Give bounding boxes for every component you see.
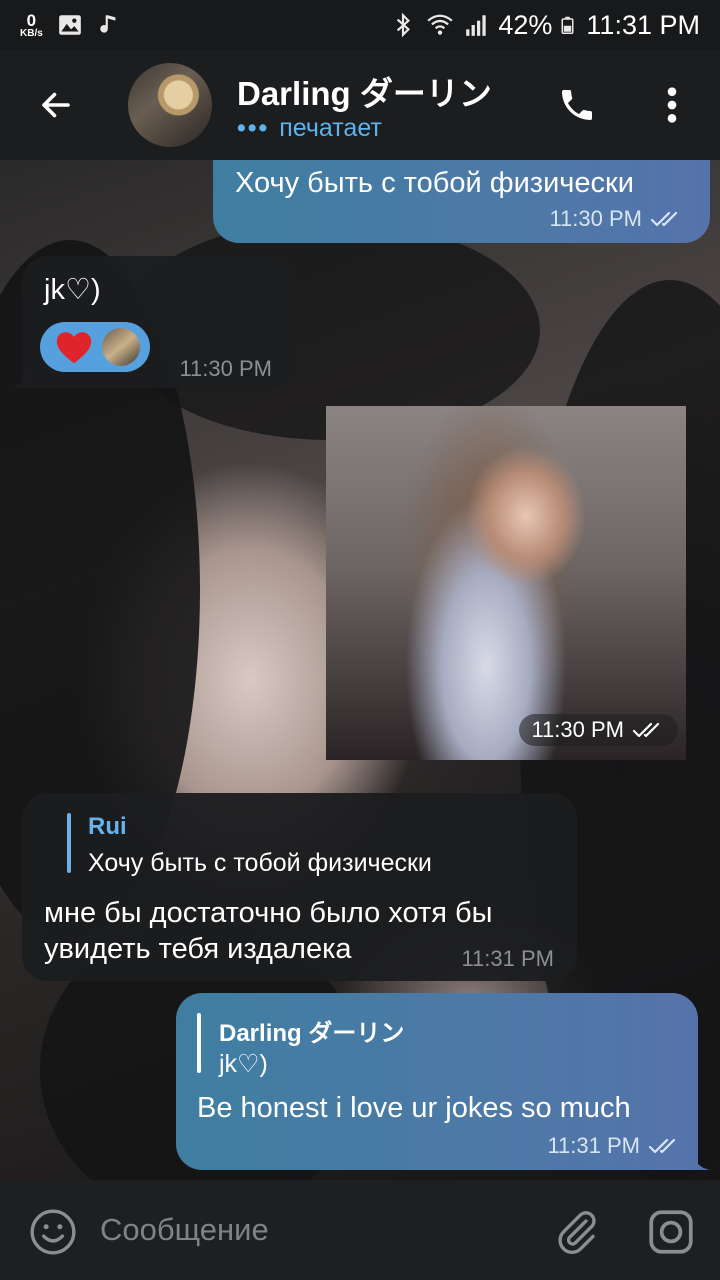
message-input[interactable] — [100, 1206, 530, 1254]
message-text: Be honest i love ur jokes so much — [197, 1092, 631, 1124]
reply-author[interactable]: Darling ダーリン — [219, 1013, 404, 1048]
call-button[interactable] — [552, 80, 602, 130]
network-speed-value: 0 — [26, 10, 37, 30]
message-time: 11:30 PM — [549, 206, 642, 231]
message-time: 11:30 PM — [531, 717, 624, 742]
bluetooth-icon — [397, 12, 411, 38]
camera-button[interactable] — [646, 1207, 696, 1257]
reply-quote[interactable]: Хочу быть с тобой физически — [88, 849, 432, 878]
double-check-icon — [650, 211, 678, 227]
phone-icon — [562, 90, 592, 120]
message-meta: 11:31 PM — [461, 946, 554, 972]
bubble-tail — [690, 1148, 710, 1170]
camera-icon — [649, 1210, 693, 1254]
message-bubble-incoming[interactable]: jk♡) 11:30 PM — [10, 256, 296, 388]
network-speed-unit: KB/s — [20, 27, 43, 39]
message-time: 11:30 PM — [179, 356, 272, 381]
reply-bar — [67, 813, 71, 873]
message-text: jk♡) — [44, 274, 101, 306]
message-bubble-incoming[interactable]: Rui Хочу быть с тобой физически мне бы д… — [22, 793, 577, 981]
back-arrow-icon — [42, 92, 70, 118]
battery-icon — [561, 16, 574, 34]
more-vert-icon — [667, 87, 677, 123]
photo-image[interactable] — [326, 406, 686, 760]
attach-icon — [558, 1211, 596, 1254]
emoji-button[interactable] — [28, 1207, 78, 1257]
message-meta: 11:31 PM — [547, 1133, 682, 1159]
wifi-icon — [427, 14, 453, 35]
photo-message[interactable]: 11:30 PM — [326, 406, 686, 760]
typing-dots: ••• — [237, 114, 270, 142]
music-note-icon — [100, 15, 116, 33]
chat-header: Darling ダーリン ••• печатает — [0, 50, 720, 160]
message-meta: 11:30 PM — [179, 356, 272, 382]
message-bubble-outgoing[interactable]: Darling ダーリン jk♡) Be honest i love ur jo… — [176, 993, 710, 1170]
status-bar: 0 KB/s 42% 11:31 PM — [0, 0, 720, 50]
message-meta: 11:30 PM — [549, 206, 684, 232]
reply-bar — [197, 1013, 201, 1073]
reply-author[interactable]: Rui — [88, 813, 127, 841]
bubble-tail — [10, 366, 30, 388]
signal-icon — [466, 15, 487, 36]
double-check-icon — [648, 1138, 676, 1154]
double-check-icon — [632, 722, 660, 738]
message-composer — [0, 1180, 720, 1280]
message-text-line: увидеть тебя издалека — [44, 933, 352, 965]
more-options-button[interactable] — [654, 80, 690, 130]
typing-status-text: печатает — [279, 114, 382, 142]
heart-reaction-icon — [56, 332, 92, 364]
reaction-avatar — [102, 328, 140, 366]
reaction-pill[interactable] — [40, 322, 150, 372]
message-text: мне бы достаточно было хотя бы увидеть т… — [44, 895, 492, 967]
image-icon — [58, 15, 81, 35]
clock: 11:31 PM — [586, 9, 700, 40]
message-meta: 11:30 PM — [519, 714, 678, 746]
typing-status: ••• печатает — [237, 114, 382, 143]
network-speed: 0 KB/s — [20, 12, 43, 39]
status-bar-right: 42% 11:31 PM — [390, 10, 700, 41]
emoji-icon — [30, 1209, 76, 1255]
message-bubble-outgoing[interactable]: Хочу быть с тобой физически 11:30 PM — [213, 160, 710, 243]
message-time: 11:31 PM — [547, 1133, 640, 1158]
status-bar-left: 0 KB/s — [20, 12, 123, 39]
back-button[interactable] — [28, 80, 84, 130]
battery-percent: 42% — [498, 9, 553, 40]
attach-button[interactable] — [553, 1207, 601, 1257]
contact-name[interactable]: Darling ダーリン — [237, 67, 492, 115]
reply-quote[interactable]: jk♡) — [219, 1049, 268, 1079]
contact-avatar[interactable] — [128, 63, 212, 147]
message-text: Хочу быть с тобой физически — [235, 167, 634, 199]
message-time: 11:31 PM — [461, 946, 554, 971]
message-text-line: мне бы достаточно было хотя бы — [44, 897, 493, 929]
